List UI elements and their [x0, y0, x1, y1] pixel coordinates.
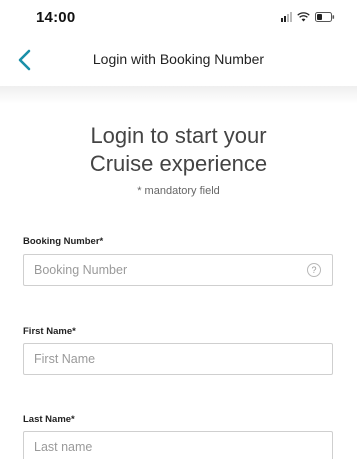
first-name-input[interactable] — [23, 343, 333, 375]
login-screen: 14:00 Login with Booking Number Login to… — [0, 0, 357, 459]
first-name-label: First Name* — [23, 326, 76, 337]
battery-icon — [315, 12, 335, 22]
heading-line-2: Cruise experience — [89, 151, 268, 176]
last-name-input[interactable] — [23, 431, 333, 459]
nav-bar: Login with Booking Number — [0, 34, 357, 86]
heading-line-1: Login to start your — [90, 123, 267, 148]
wifi-icon — [297, 12, 310, 22]
status-icons — [281, 11, 335, 23]
nav-divider — [0, 86, 357, 104]
status-bar: 14:00 — [0, 0, 357, 34]
page-heading: Login to start your Cruise experience — [0, 122, 357, 178]
question-circle-icon[interactable]: ? — [307, 263, 321, 277]
signal-icon — [281, 12, 292, 22]
nav-title: Login with Booking Number — [92, 51, 265, 67]
status-time: 14:00 — [36, 9, 76, 26]
booking-number-label: Booking Number* — [23, 236, 104, 247]
mandatory-note: * mandatory field — [137, 185, 220, 197]
last-name-label: Last Name* — [23, 414, 75, 425]
booking-number-input[interactable] — [23, 254, 333, 286]
